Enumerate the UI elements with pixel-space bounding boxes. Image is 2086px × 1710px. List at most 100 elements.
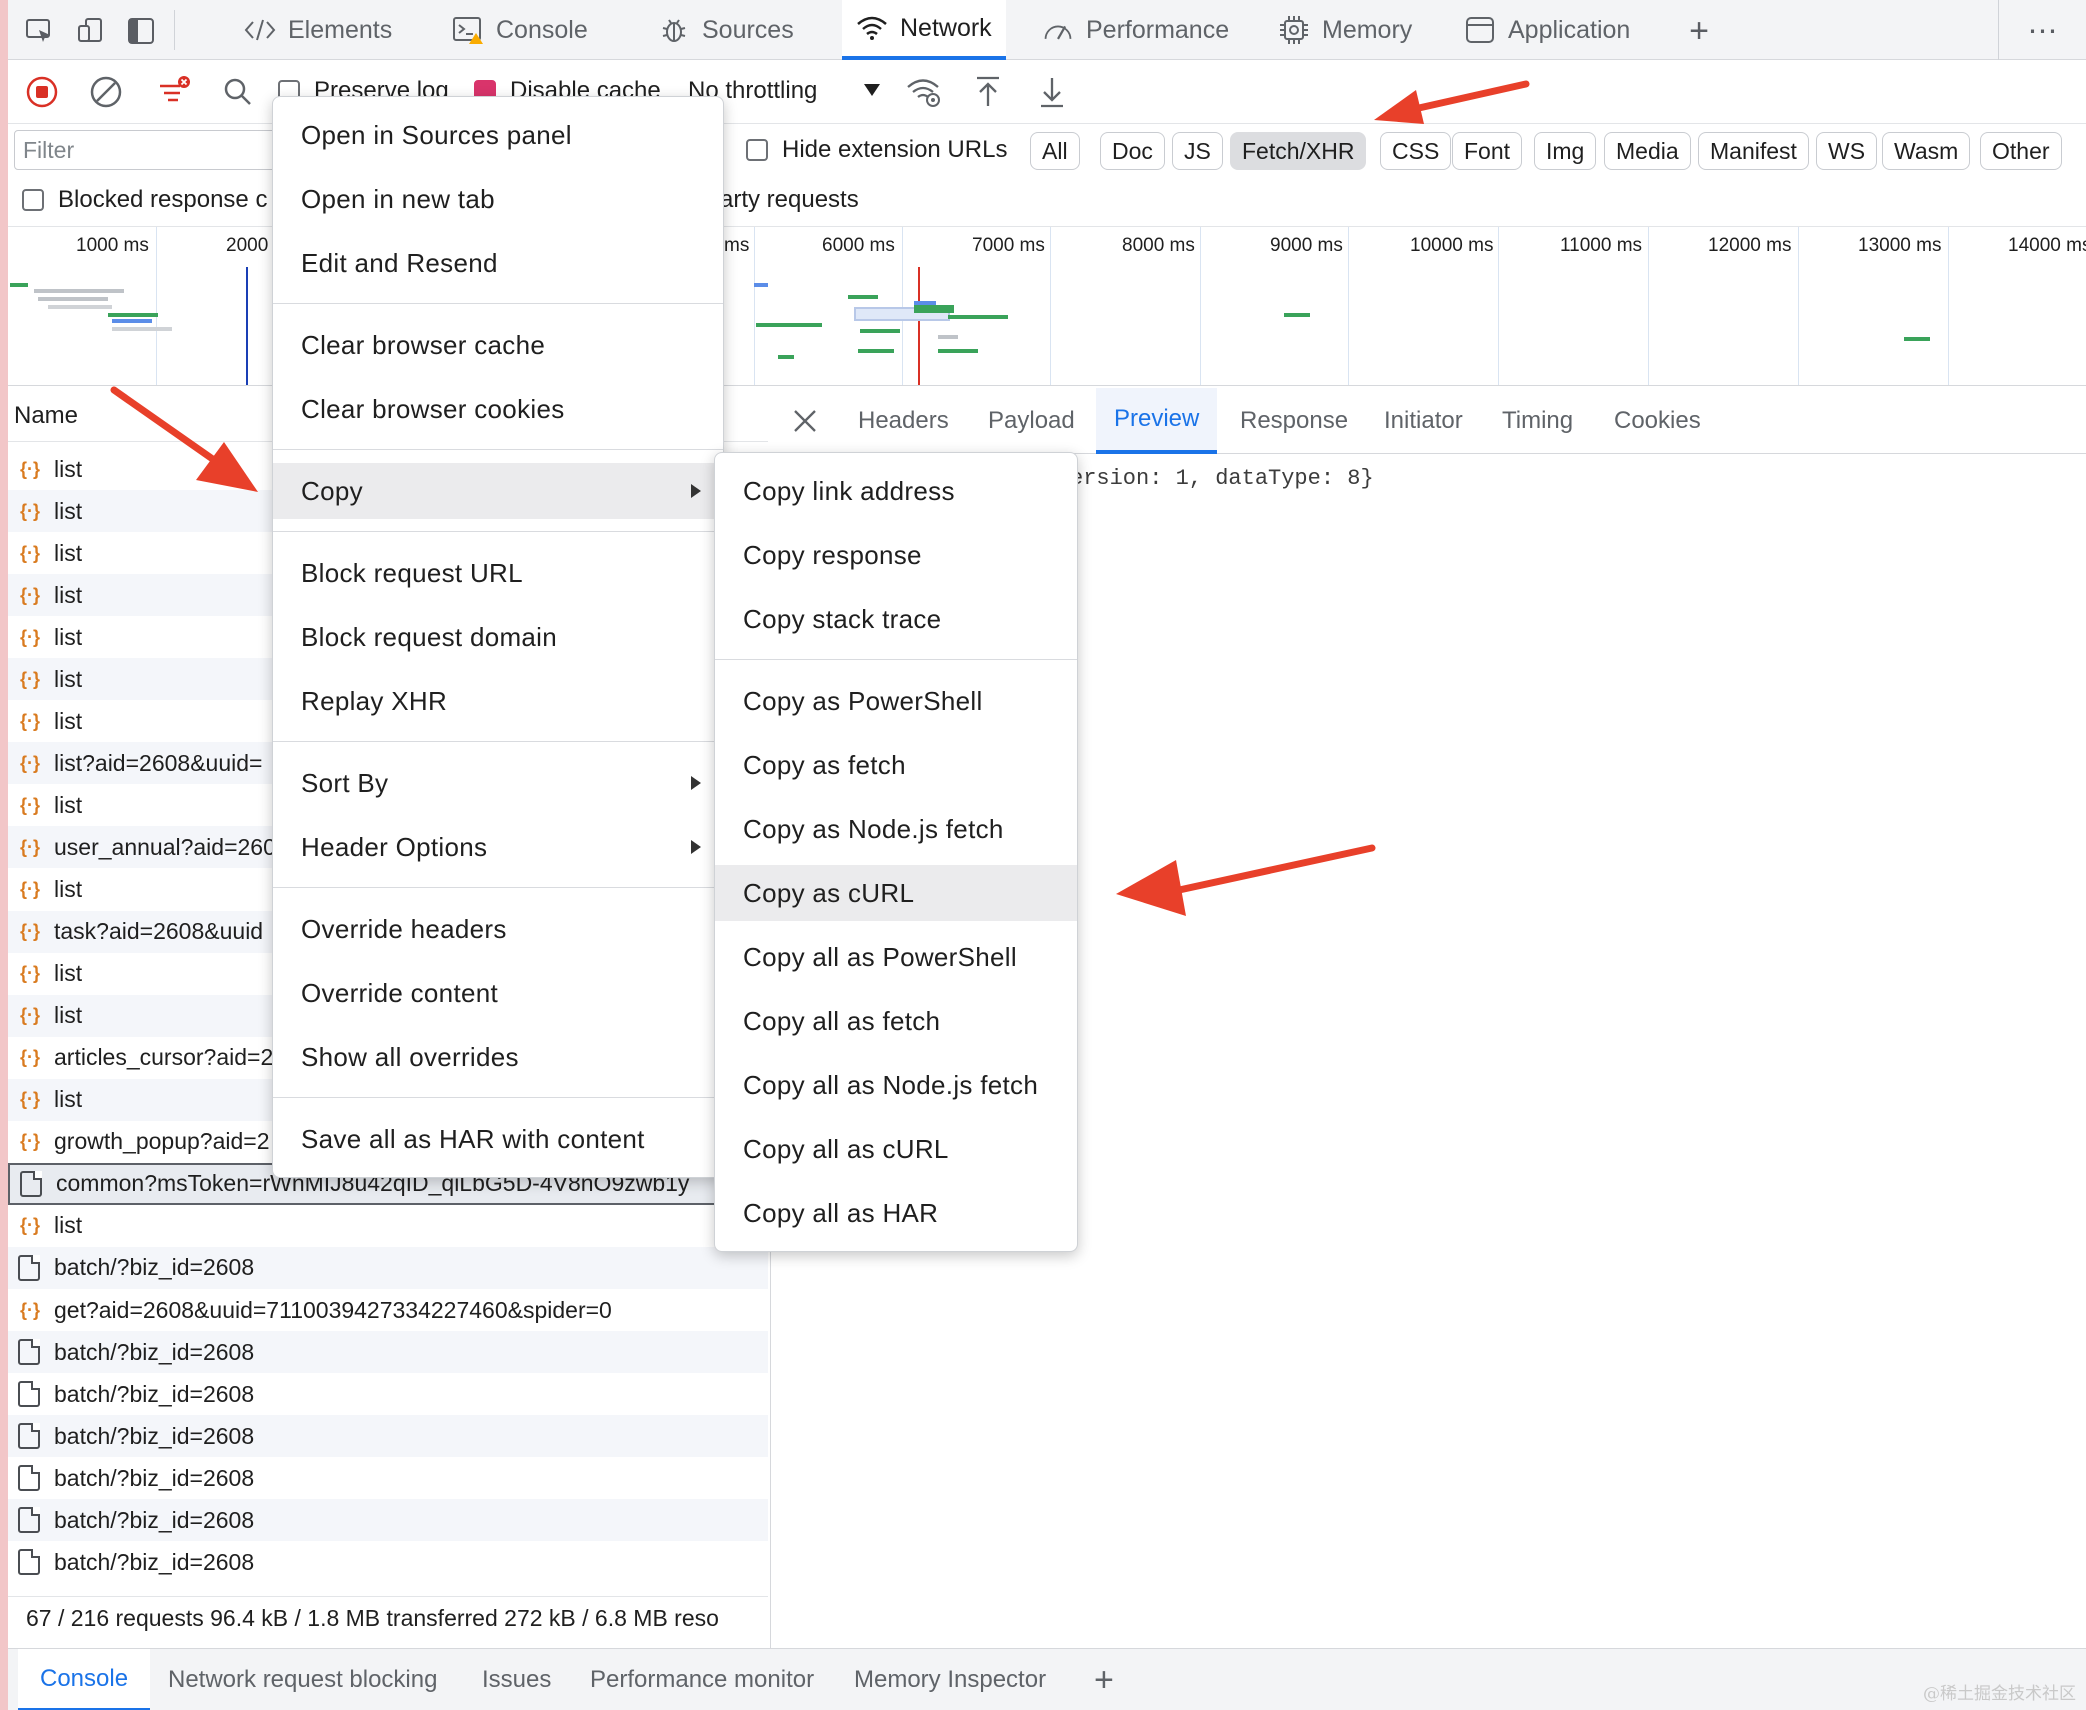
filter-type-manifest[interactable]: Manifest [1698,132,1809,170]
filter-type-wasm[interactable]: Wasm [1882,132,1971,170]
panel-tab-bar: Elements Console Sources Network Perform… [8,0,2086,60]
menu-item-sort-by[interactable]: Sort By [273,755,723,811]
inspect-element-icon[interactable] [22,14,56,48]
menu-item-copy-link-address[interactable]: Copy link address [715,463,1077,519]
bug-icon [658,14,690,46]
filter-type-font[interactable]: Font [1452,132,1523,170]
more-options-icon[interactable]: ⋯ [2026,14,2060,48]
menu-item-open-in-sources-panel[interactable]: Open in Sources panel [273,107,723,163]
menu-item-copy-all-as-fetch[interactable]: Copy all as fetch [715,993,1077,1049]
xhr-icon: {·} [19,1131,40,1152]
filter-type-img[interactable]: Img [1534,132,1597,170]
menu-item-block-request-url[interactable]: Block request URL [273,545,723,601]
menu-item-edit-and-resend[interactable]: Edit and Resend [273,235,723,291]
search-icon[interactable] [218,72,258,112]
menu-item-clear-browser-cookies[interactable]: Clear browser cookies [273,381,723,437]
network-conditions-icon[interactable] [904,72,944,112]
dock-side-icon[interactable] [124,14,158,48]
menu-item-copy-response[interactable]: Copy response [715,527,1077,583]
table-row[interactable]: batch/?biz_id=2608 [8,1246,768,1289]
table-row[interactable]: batch/?biz_id=2608 [8,1541,768,1583]
blocked-response-checkbox[interactable] [22,189,44,211]
document-icon [18,1507,40,1534]
filter-type-other[interactable]: Other [1980,132,2062,170]
filter-type-media[interactable]: Media [1604,132,1691,170]
xhr-icon: {·} [19,458,40,479]
menu-item-override-content[interactable]: Override content [273,965,723,1021]
close-icon[interactable] [790,406,820,436]
menu-item-copy[interactable]: Copy [273,463,723,519]
menu-item-copy-as-node-js-fetch[interactable]: Copy as Node.js fetch [715,801,1077,857]
menu-item-copy-stack-trace[interactable]: Copy stack trace [715,591,1077,647]
document-icon [18,1381,40,1408]
tab-initiator[interactable]: Initiator [1384,388,1463,454]
filter-toggle-icon[interactable] [154,72,194,112]
record-stop-button[interactable] [22,72,62,112]
add-drawer-tab-icon[interactable]: + [1094,1649,1114,1710]
table-row[interactable]: {·} get?aid=2608&uuid=7110039427334227460… [8,1289,768,1331]
menu-item-label: Block request domain [301,621,558,652]
tab-payload[interactable]: Payload [988,388,1075,454]
menu-item-clear-browser-cache[interactable]: Clear browser cache [273,317,723,373]
filter-input[interactable]: Filter [14,130,284,170]
menu-item-replay-xhr[interactable]: Replay XHR [273,673,723,729]
tab-headers[interactable]: Headers [858,388,949,454]
timeline-tick: 10000 ms [1410,235,1494,256]
menu-item-copy-all-as-curl[interactable]: Copy all as cURL [715,1121,1077,1177]
menu-item-override-headers[interactable]: Override headers [273,901,723,957]
drawer-tab-console[interactable]: Console [18,1649,151,1710]
clear-icon[interactable] [86,72,126,112]
menu-item-copy-as-curl[interactable]: Copy as cURL [715,865,1077,921]
filter-type-js[interactable]: JS [1172,132,1223,170]
hide-extension-urls-checkbox[interactable] [746,139,768,161]
tab-elements[interactable]: Elements [244,0,392,60]
tab-sources[interactable]: Sources [658,0,794,60]
filter-type-doc[interactable]: Doc [1100,132,1165,170]
filter-type-fetch-xhr[interactable]: Fetch/XHR [1230,132,1367,170]
menu-item-open-in-new-tab[interactable]: Open in new tab [273,171,723,227]
export-har-icon[interactable] [1032,72,1072,112]
menu-item-copy-as-fetch[interactable]: Copy as fetch [715,737,1077,793]
tab-preview[interactable]: Preview [1096,388,1218,454]
table-row[interactable]: batch/?biz_id=2608 [8,1499,768,1542]
drawer-tab-performance-monitor[interactable]: Performance monitor [590,1649,814,1710]
drawer-tab-memory-inspector[interactable]: Memory Inspector [854,1649,1046,1710]
tab-network[interactable]: Network [842,0,1006,60]
tab-console[interactable]: Console [452,0,588,60]
menu-item-block-request-domain[interactable]: Block request domain [273,609,723,665]
table-row[interactable]: batch/?biz_id=2608 [8,1457,768,1499]
menu-item-label: Copy as PowerShell [743,685,983,716]
tab-response[interactable]: Response [1240,388,1348,454]
tab-label: Memory [1322,15,1413,44]
tab-memory[interactable]: Memory [1278,0,1412,60]
table-row[interactable]: batch/?biz_id=2608 [8,1331,768,1374]
drawer-tab-issues[interactable]: Issues [482,1649,551,1710]
filter-type-css[interactable]: CSS [1380,132,1452,170]
filter-type-ws[interactable]: WS [1816,132,1878,170]
table-row[interactable]: batch/?biz_id=2608 [8,1373,768,1415]
chevron-down-icon[interactable] [864,84,880,96]
menu-item-copy-all-as-node-js-fetch[interactable]: Copy all as Node.js fetch [715,1057,1077,1113]
tab-application[interactable]: Application [1464,0,1630,60]
add-panel-icon[interactable]: + [1682,12,1716,50]
table-row[interactable]: batch/?biz_id=2608 [8,1415,768,1458]
xhr-icon: {·} [19,836,40,857]
menu-item-label: Copy [301,475,363,506]
menu-item-copy-as-powershell[interactable]: Copy as PowerShell [715,673,1077,729]
tab-cookies[interactable]: Cookies [1614,388,1701,454]
menu-item-header-options[interactable]: Header Options [273,819,723,875]
menu-item-copy-all-as-powershell[interactable]: Copy all as PowerShell [715,929,1077,985]
tab-timing[interactable]: Timing [1502,388,1573,454]
device-toolbar-icon[interactable] [74,14,108,48]
drawer-tab-network-request-blocking[interactable]: Network request blocking [168,1649,437,1710]
tab-performance[interactable]: Performance [1042,0,1229,60]
xhr-icon: {·} [19,584,40,605]
menu-item-show-all-overrides[interactable]: Show all overrides [273,1029,723,1085]
menu-item-copy-all-as-har[interactable]: Copy all as HAR [715,1185,1077,1241]
table-row[interactable]: {·} list [8,1205,768,1247]
third-party-label: arty requests [720,186,859,213]
filter-type-all[interactable]: All [1030,132,1080,170]
column-header-name[interactable]: Name [14,402,78,430]
import-har-icon[interactable] [968,72,1008,112]
menu-item-save-all-as-har-with-content[interactable]: Save all as HAR with content [273,1111,723,1167]
